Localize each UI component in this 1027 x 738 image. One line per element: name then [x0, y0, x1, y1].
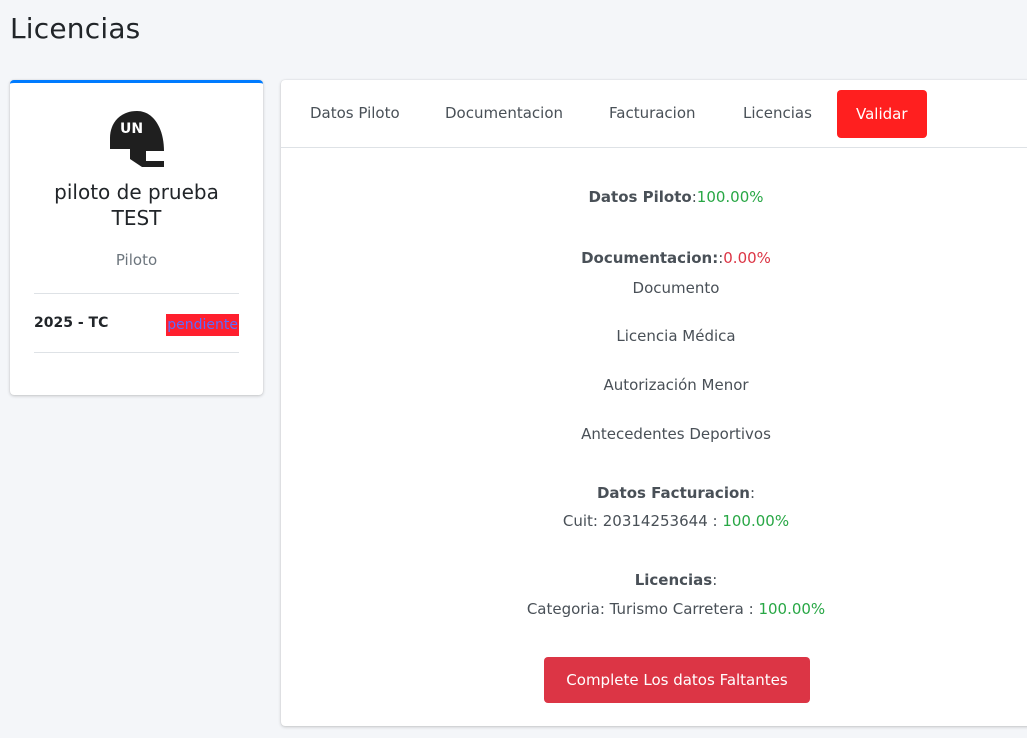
documentacion-value: 0.00%: [723, 249, 771, 267]
helmet-icon: UN: [110, 111, 164, 167]
documentacion-label: Documentacion:: [581, 249, 719, 267]
svg-text:UN: UN: [120, 121, 143, 137]
facturacion-row: Datos Facturacion:: [281, 484, 1027, 502]
tab-documentacion[interactable]: Documentacion: [445, 102, 563, 124]
page-title: Licencias: [10, 12, 141, 45]
profile-role: Piloto: [115, 251, 158, 269]
facturacion-value: 100.00%: [722, 512, 790, 530]
status-badge[interactable]: pendiente: [166, 314, 239, 336]
tab-licencias[interactable]: Licencias: [743, 102, 812, 124]
doc-item: Licencia Médica: [616, 327, 736, 345]
complete-missing-data-button[interactable]: Complete Los datos Faltantes: [544, 657, 810, 703]
licencias-label: Licencias: [634, 571, 713, 589]
licencias-value: 100.00%: [758, 600, 826, 618]
doc-item: Autorización Menor: [603, 376, 749, 394]
tab-bar: Datos Piloto Documentacion Facturacion L…: [281, 80, 1027, 148]
license-label: 2025 - TC: [34, 315, 109, 331]
tab-facturacion[interactable]: Facturacion: [609, 102, 696, 124]
main-card: Datos Piloto Documentacion Facturacion L…: [281, 80, 1027, 726]
doc-item: Antecedentes Deportivos: [581, 425, 771, 443]
facturacion-detail: Cuit: 20314253644 :: [562, 512, 723, 530]
doc-item: Documento: [632, 279, 720, 297]
facturacion-sep: :: [749, 484, 756, 502]
tab-datos-piloto[interactable]: Datos Piloto: [310, 102, 400, 124]
profile-card: UN piloto de prueba TEST Piloto 2025 - T…: [10, 80, 263, 395]
documentacion-row: Documentacion::0.00%: [281, 249, 1027, 267]
facturacion-detail-row: Cuit: 20314253644 : 100.00%: [281, 512, 1027, 530]
licencias-detail: Categoria: Turismo Carretera :: [526, 600, 759, 618]
licencias-sep: :: [712, 571, 718, 589]
tab-validar[interactable]: Validar: [837, 90, 927, 138]
licencias-detail-row: Categoria: Turismo Carretera : 100.00%: [281, 600, 1027, 618]
profile-name: piloto de prueba TEST: [54, 180, 219, 230]
datos-piloto-value: 100.00%: [696, 188, 764, 206]
facturacion-label: Datos Facturacion: [596, 484, 750, 502]
datos-piloto-label: Datos Piloto: [588, 188, 692, 206]
datos-piloto-row: Datos Piloto:100.00%: [281, 188, 1027, 206]
license-list: 2025 - TC pendiente: [34, 293, 239, 353]
licencias-row: Licencias:: [281, 571, 1027, 589]
